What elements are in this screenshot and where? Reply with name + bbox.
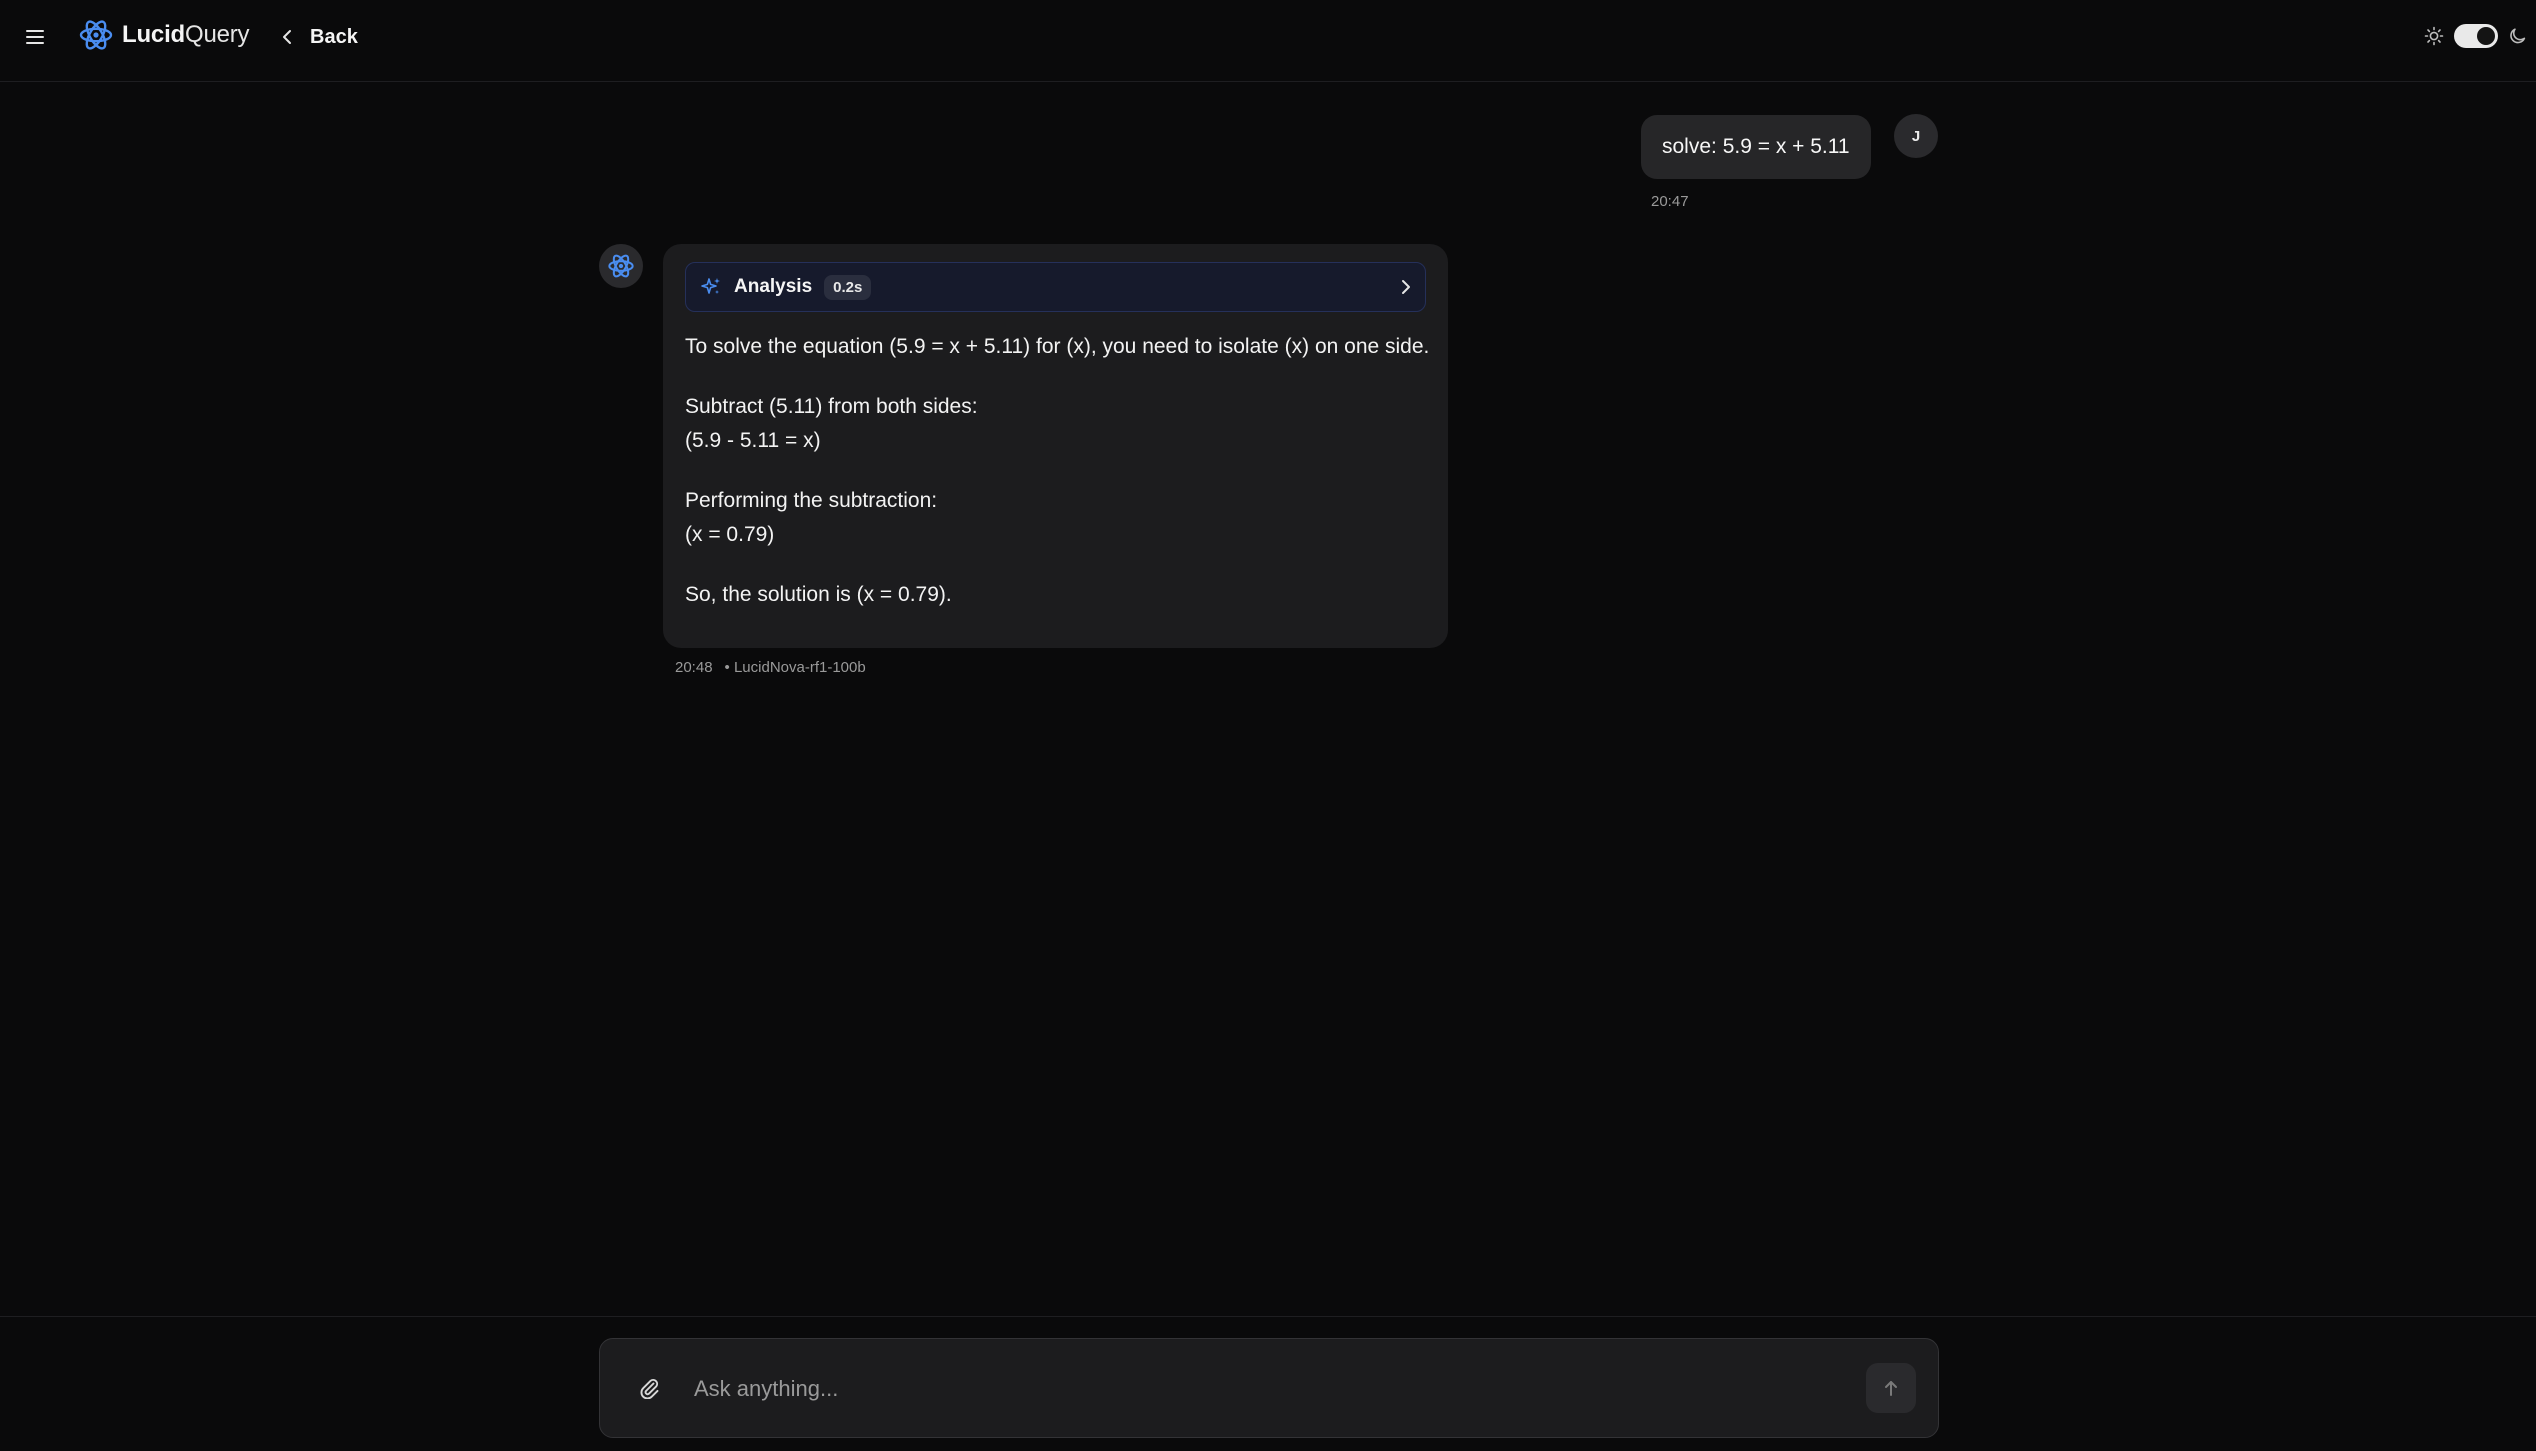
analysis-toggle[interactable]: Analysis 0.2s <box>685 262 1426 312</box>
user-avatar-initial: J <box>1911 127 1921 145</box>
paragraph: So, the solution is (x = 0.79). <box>685 583 952 606</box>
paragraph: To solve the equation (5.9 = x + 5.11) f… <box>685 335 1430 358</box>
analysis-label: Analysis <box>734 276 813 297</box>
theme-toggle-knob <box>2477 27 2495 45</box>
user-message-time: 20:47 <box>1651 193 1689 210</box>
back-button[interactable]: Back <box>282 20 358 54</box>
model-name: • LucidNova-rf1-100b <box>724 659 866 676</box>
chat-input[interactable] <box>692 1367 1812 1411</box>
paragraph: Performing the subtraction: (x = 0.79) <box>685 484 1435 552</box>
composer <box>599 1338 1939 1438</box>
hamburger-menu-icon <box>26 30 44 44</box>
chevron-left-icon <box>283 30 291 44</box>
moon-icon <box>2510 28 2526 44</box>
analysis-duration-badge: 0.2s <box>824 274 872 300</box>
chevron-right-icon <box>1401 279 1411 295</box>
assistant-message-meta: 20:48 • LucidNova-rf1-100b <box>675 659 866 676</box>
sun-icon <box>2424 26 2444 46</box>
paragraph-line: (x = 0.79) <box>685 523 775 546</box>
assistant-message-time: 20:48 <box>675 659 713 676</box>
app-logo[interactable]: LucidQuery <box>78 16 250 54</box>
attach-button[interactable] <box>634 1373 664 1403</box>
paragraph-line: (5.9 - 5.11 = x) <box>685 429 821 452</box>
paragraph-line: Subtract (5.11) from both sides: <box>685 395 978 418</box>
top-bar: LucidQuery Back <box>0 0 2536 82</box>
atom-logo-icon <box>608 254 634 278</box>
app-name-bold: Lucid <box>122 21 185 48</box>
theme-toggle[interactable] <box>2454 24 2498 48</box>
paragraph-line: Performing the subtraction: <box>685 489 938 512</box>
paperclip-icon <box>640 1379 659 1399</box>
app-name: LucidQuery <box>122 21 250 49</box>
user-message-bubble: solve: 5.9 = x + 5.11 <box>1641 115 1871 179</box>
send-button[interactable] <box>1866 1363 1916 1413</box>
assistant-message-bubble: Analysis 0.2s To solve the equation (5.9… <box>663 244 1448 648</box>
user-message-text: solve: 5.9 = x + 5.11 <box>1662 135 1850 158</box>
app-name-light: Query <box>185 21 250 48</box>
arrow-up-icon <box>1885 1381 1897 1396</box>
paragraph: Subtract (5.11) from both sides: (5.9 - … <box>685 390 1435 458</box>
hamburger-menu-button[interactable] <box>20 22 50 52</box>
atom-logo-icon <box>79 20 113 50</box>
assistant-message-text: To solve the equation (5.9 = x + 5.11) f… <box>685 330 1435 612</box>
sparkles-icon <box>701 278 720 294</box>
assistant-avatar <box>599 244 643 288</box>
user-avatar[interactable]: J <box>1894 114 1938 158</box>
theme-switcher <box>2424 20 2528 52</box>
back-label: Back <box>310 25 358 48</box>
